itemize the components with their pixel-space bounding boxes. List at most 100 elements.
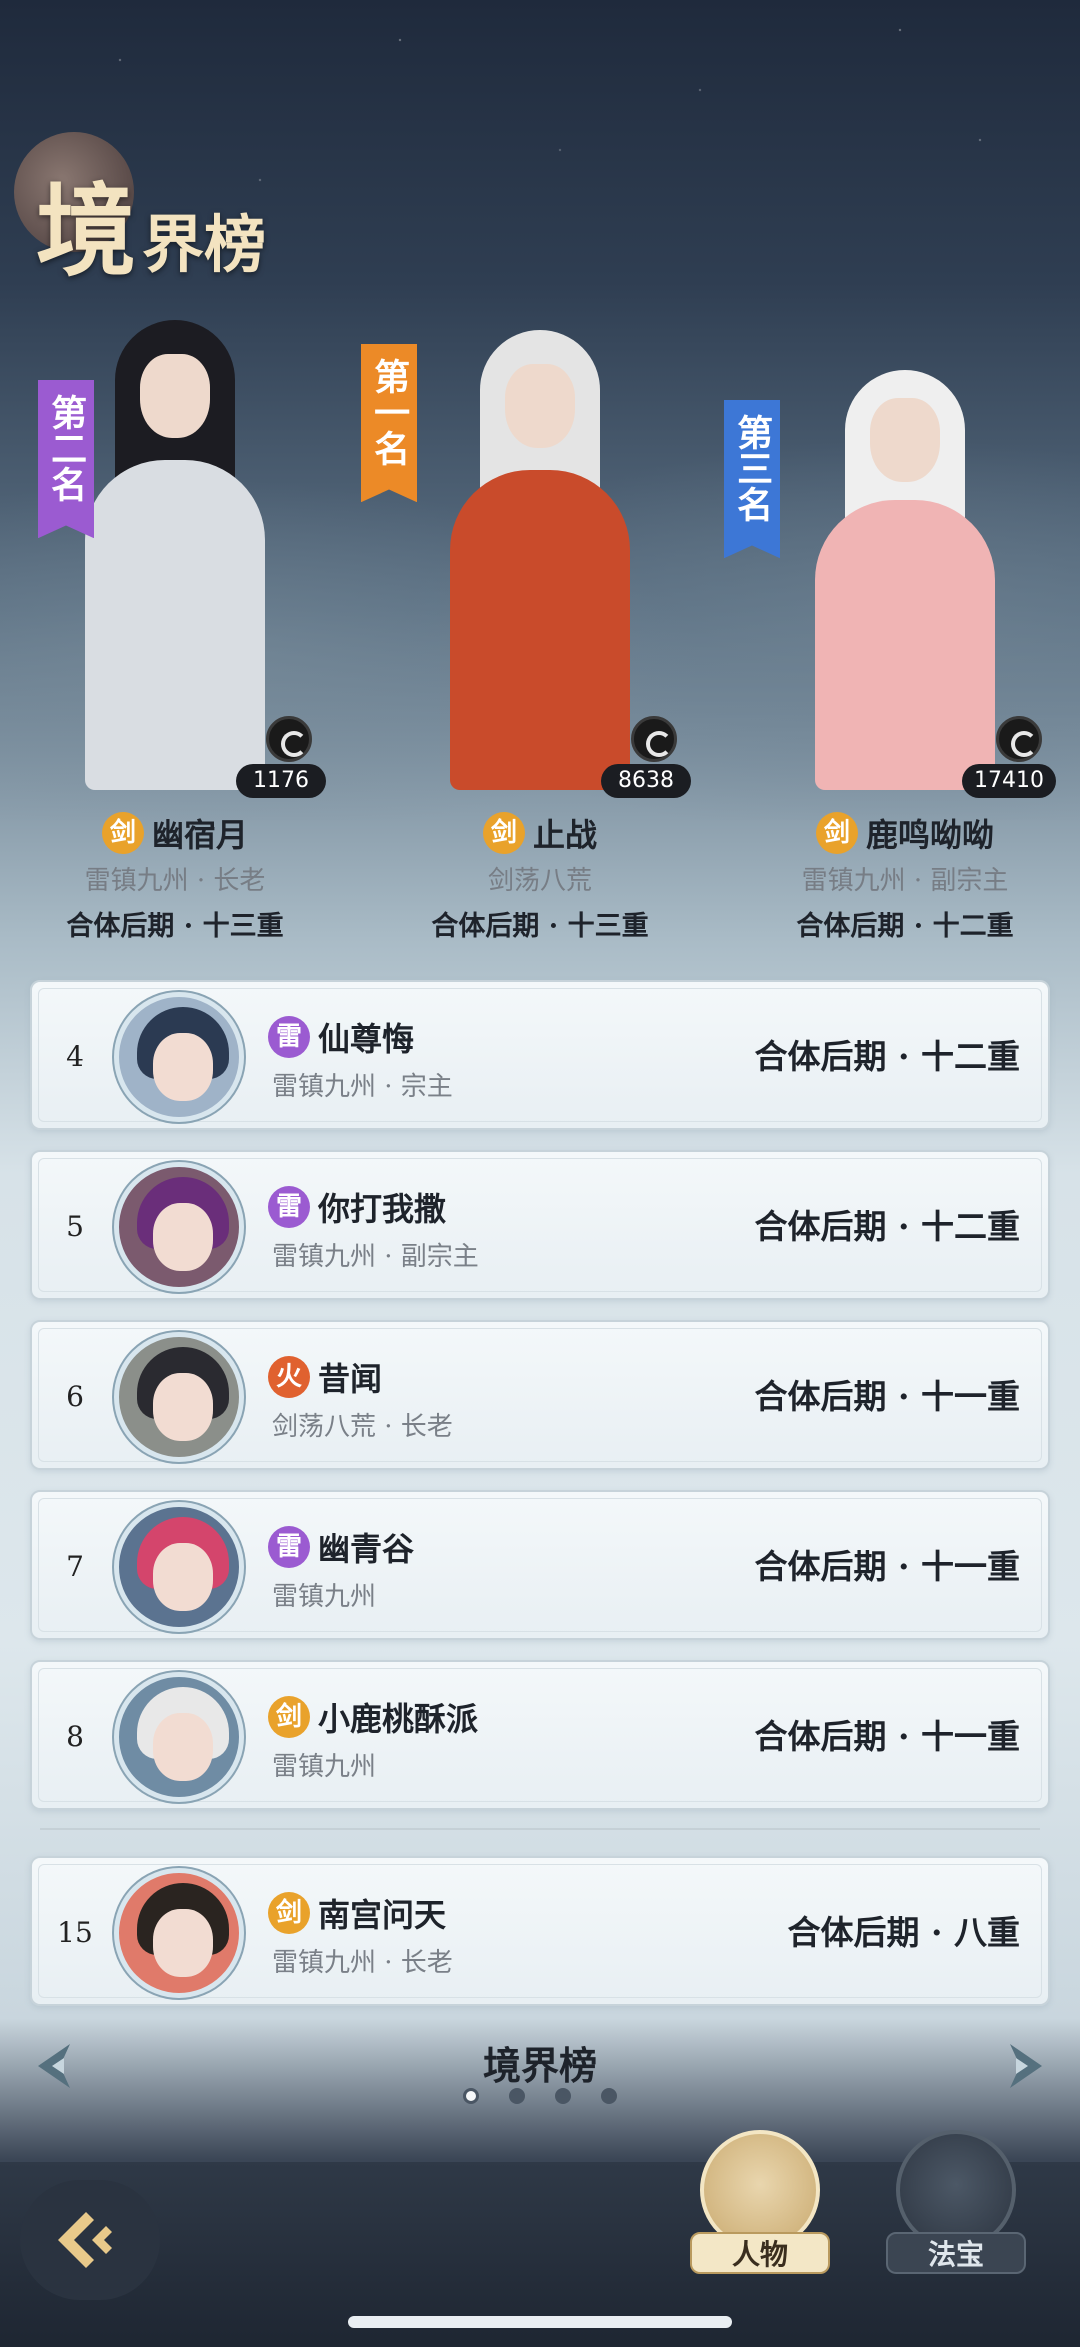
- player-name: 昔闻: [318, 1360, 383, 1398]
- player-sect: 雷镇九州 · 长老: [84, 866, 266, 896]
- row-name-row: 剑 小鹿桃酥派: [268, 1694, 478, 1740]
- podium-rank-3[interactable]: 第三名 17410 剑 鹿鸣呦呦 雷镇九州 · 副宗主 合体后期 · 十二重: [724, 290, 1070, 942]
- rank-number: 15: [57, 1916, 93, 1949]
- rank-label: 第一名: [368, 358, 411, 466]
- sect-emblem-icon: [256, 716, 322, 770]
- player-realm: 合体后期 · 十二重: [754, 1037, 1020, 1076]
- home-indicator[interactable]: [348, 2316, 732, 2328]
- player-realm: 合体后期 · 八重: [787, 1913, 1020, 1952]
- player-sect: 雷镇九州 · 副宗主: [272, 1242, 479, 1272]
- page-dot[interactable]: [463, 2088, 479, 2104]
- sword-element-icon: 剑: [268, 1696, 310, 1738]
- page-dot[interactable]: [509, 2088, 525, 2104]
- podium-name-row: 剑 幽宿月: [10, 810, 340, 856]
- podium-rank-2[interactable]: 第二名 1176 剑 幽宿月 雷镇九州 · 长老 合体后期 · 十三重: [10, 290, 340, 942]
- player-realm: 合体后期 · 十三重: [66, 911, 284, 942]
- avatar[interactable]: [114, 1502, 244, 1632]
- player-name: 你打我撒: [318, 1190, 447, 1228]
- page-title-first-char: 境: [36, 172, 136, 290]
- player-sect: 雷镇九州 · 长老: [272, 1948, 453, 1978]
- ranking-row[interactable]: 7 雷 幽青谷 雷镇九州 合体后期 · 十一重: [30, 1490, 1050, 1640]
- power-score: 8638: [601, 764, 691, 798]
- sect-emblem-icon: [621, 716, 687, 770]
- page-title-rest: 界榜: [142, 208, 267, 281]
- rank-label: 第二名: [45, 394, 88, 502]
- ranking-row[interactable]: 6 火 昔闻 剑荡八荒 · 长老 合体后期 · 十一重: [30, 1320, 1050, 1470]
- player-realm: 合体后期 · 十二重: [796, 911, 1014, 942]
- row-name-row: 雷 幽青谷: [268, 1524, 414, 1570]
- podium-name-row: 剑 鹿鸣呦呦: [740, 810, 1070, 856]
- player-name: 鹿鸣呦呦: [865, 816, 994, 854]
- rank-number: 5: [66, 1210, 84, 1243]
- player-realm: 合体后期 · 十二重: [754, 1207, 1020, 1246]
- player-realm: 合体后期 · 十三重: [431, 911, 649, 942]
- player-name: 幽宿月: [151, 816, 248, 854]
- character-robe: [85, 460, 265, 790]
- avatar[interactable]: [114, 992, 244, 1122]
- avatar[interactable]: [114, 1672, 244, 1802]
- back-arrow-icon: [58, 2212, 112, 2268]
- page-indicator: [0, 2088, 1080, 2104]
- rank-number: 6: [66, 1380, 84, 1413]
- sword-element-icon: 剑: [268, 1892, 310, 1934]
- power-score: 1176: [236, 764, 326, 798]
- fire-element-icon: 火: [268, 1356, 310, 1398]
- podium-rank-1[interactable]: 第一名 8638 剑 止战 剑荡八荒 合体后期 · 十三重: [361, 290, 705, 942]
- tab-characters[interactable]: 人物: [690, 2130, 830, 2280]
- row-name-row: 雷 你打我撒: [268, 1184, 446, 1230]
- player-realm: 合体后期 · 十一重: [754, 1717, 1020, 1756]
- character-face: [870, 398, 940, 482]
- sword-element-icon: 剑: [482, 812, 525, 854]
- my-ranking-row[interactable]: 15 剑 南宫问天 雷镇九州 · 长老 合体后期 · 八重: [30, 1856, 1050, 2006]
- player-name: 南宫问天: [318, 1896, 447, 1934]
- sword-element-icon: 剑: [101, 812, 144, 854]
- character-face: [140, 354, 210, 438]
- player-sect: 雷镇九州 · 副宗主: [801, 866, 1009, 896]
- thunder-element-icon: 雷: [268, 1186, 310, 1228]
- page-title: 境 界榜: [36, 150, 266, 295]
- rank-banner: 第二名: [38, 380, 94, 539]
- player-sect: 剑荡八荒: [487, 866, 592, 896]
- avatar[interactable]: [114, 1868, 244, 1998]
- back-button[interactable]: [20, 2180, 160, 2300]
- next-page-arrow-icon[interactable]: [1004, 2040, 1050, 2092]
- player-realm: 合体后期 · 十一重: [754, 1547, 1020, 1586]
- page-dot[interactable]: [555, 2088, 571, 2104]
- rank-number: 8: [66, 1720, 84, 1753]
- character-portrait[interactable]: [395, 290, 685, 790]
- row-name-row: 雷 仙尊悔: [268, 1014, 414, 1060]
- tab-label: 人物: [690, 2232, 830, 2274]
- player-realm: 合体后期 · 十一重: [754, 1377, 1020, 1416]
- player-name: 幽青谷: [318, 1530, 415, 1568]
- player-sect: 雷镇九州: [272, 1752, 377, 1782]
- player-sect: 雷镇九州: [272, 1582, 377, 1612]
- thunder-element-icon: 雷: [268, 1016, 310, 1058]
- tab-label: 法宝: [886, 2232, 1026, 2274]
- page-dot[interactable]: [601, 2088, 617, 2104]
- character-portrait[interactable]: [30, 290, 320, 790]
- rank-label: 第三名: [731, 414, 774, 522]
- player-sect: 雷镇九州 · 宗主: [272, 1072, 453, 1102]
- rank-number: 7: [66, 1550, 84, 1583]
- avatar[interactable]: [114, 1162, 244, 1292]
- ranking-row[interactable]: 8 剑 小鹿桃酥派 雷镇九州 合体后期 · 十一重: [30, 1660, 1050, 1810]
- ranking-row[interactable]: 5 雷 你打我撒 雷镇九州 · 副宗主 合体后期 · 十二重: [30, 1150, 1050, 1300]
- thunder-element-icon: 雷: [268, 1526, 310, 1568]
- self-rank-divider: [40, 1828, 1040, 1830]
- rank-banner: 第一名: [361, 344, 417, 503]
- player-name: 小鹿桃酥派: [318, 1700, 479, 1738]
- podium-name-row: 剑 止战: [375, 810, 705, 856]
- pager-title: 境界榜: [482, 2043, 597, 2088]
- avatar[interactable]: [114, 1332, 244, 1462]
- character-face: [505, 364, 575, 448]
- player-name: 止战: [532, 816, 597, 854]
- sect-emblem-icon: [986, 716, 1052, 770]
- tab-treasures[interactable]: 法宝: [886, 2130, 1026, 2280]
- rank-banner: 第三名: [724, 400, 780, 559]
- character-robe: [815, 500, 995, 790]
- row-name-row: 火 昔闻: [268, 1354, 382, 1400]
- character-portrait[interactable]: [760, 290, 1050, 790]
- ranking-row[interactable]: 4 雷 仙尊悔 雷镇九州 · 宗主 合体后期 · 十二重: [30, 980, 1050, 1130]
- player-sect: 剑荡八荒 · 长老: [272, 1412, 453, 1442]
- power-score: 17410: [962, 764, 1056, 798]
